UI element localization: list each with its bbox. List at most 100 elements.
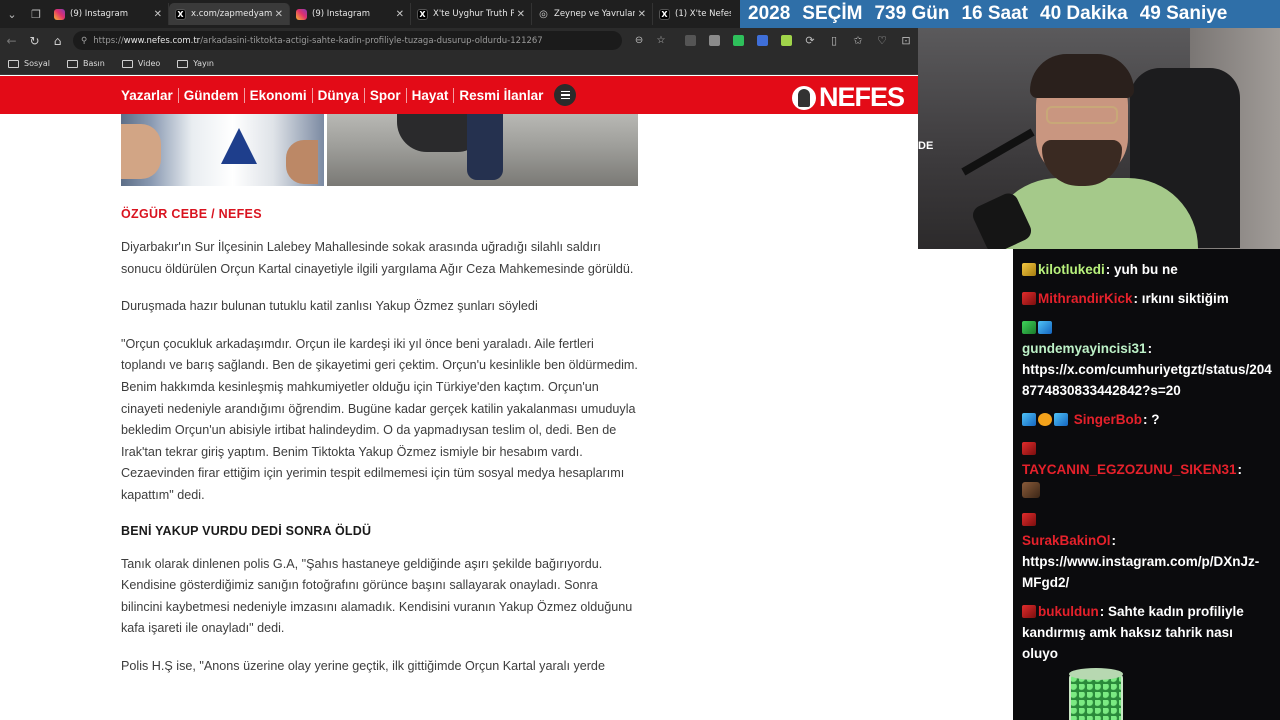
close-icon[interactable]: ✕ bbox=[396, 9, 404, 20]
nav-link-ekonomi[interactable]: Ekonomi bbox=[245, 87, 313, 103]
address-bar[interactable]: ⚲ https://www.nefes.com.tr/arkadasini-ti… bbox=[73, 31, 623, 50]
folder-icon bbox=[177, 59, 189, 68]
article-paragraph: Tanık olarak dinlenen polis G.A, "Şahıs … bbox=[121, 556, 633, 636]
badge-icon bbox=[1022, 513, 1036, 526]
chat-username: MithrandirKick bbox=[1038, 291, 1133, 306]
stream-chat: kilotlukedi: yuh bu ne MithrandirKick: ı… bbox=[1013, 249, 1280, 720]
chat-username: gundemyayincisi31 bbox=[1022, 341, 1147, 356]
menu-icon[interactable] bbox=[554, 84, 577, 106]
browser-tab-bar: ⌄ ❐ (9) Instagram ✕ X x.com/zapmedyamaga… bbox=[0, 0, 740, 28]
globe-icon: ◎ bbox=[539, 8, 548, 20]
countdown-minutes: 40 Dakika bbox=[1040, 3, 1128, 24]
chat-message: TAYCANIN_EGZOZUNU_SIKEN31: bbox=[1022, 438, 1272, 501]
instagram-icon bbox=[54, 8, 65, 20]
x-icon: X bbox=[175, 8, 186, 20]
close-icon[interactable]: ✕ bbox=[154, 9, 162, 20]
badge-icon bbox=[1022, 321, 1036, 334]
badge-icon bbox=[1038, 413, 1052, 426]
countdown-seconds: 49 Saniye bbox=[1139, 3, 1228, 24]
browser-tab[interactable]: ◎ Zeynep ve Yavrularına ✕ bbox=[532, 3, 653, 25]
ataturk-emblem-icon bbox=[791, 85, 816, 110]
extension-icon[interactable] bbox=[750, 34, 774, 47]
photo-right bbox=[327, 114, 638, 186]
emote-icon bbox=[1022, 482, 1040, 498]
browser-tab-active[interactable]: X x.com/zapmedyamagaz ✕ bbox=[169, 3, 290, 25]
split-view-icon[interactable]: ▯ bbox=[822, 34, 846, 47]
chat-username: bukuldun bbox=[1038, 604, 1099, 619]
site-logo[interactable]: NEFES bbox=[791, 82, 905, 113]
countdown-hours: 16 Saat bbox=[961, 3, 1028, 24]
badge-icon bbox=[1022, 605, 1036, 618]
bookmark-folder[interactable]: Video bbox=[121, 59, 160, 68]
chat-username: SingerBob bbox=[1073, 412, 1143, 427]
chat-text: ? bbox=[1151, 412, 1160, 427]
chat-username: kilotlukedi bbox=[1038, 262, 1105, 277]
extension-icon[interactable] bbox=[678, 34, 702, 47]
badge-icon bbox=[1022, 292, 1036, 305]
tab-list-button[interactable]: ⌄ bbox=[0, 0, 24, 28]
close-icon[interactable]: ✕ bbox=[275, 9, 283, 20]
browser-tab[interactable]: X X'te Uyghur Truth Proje ✕ bbox=[411, 3, 532, 25]
article-subheading: BENİ YAKUP VURDU DEDİ SONRA ÖLDÜ bbox=[121, 523, 372, 538]
bookmark-folder[interactable]: Yayın bbox=[177, 59, 214, 68]
extensions-area: ⟳ ▯ ✩ ♡ ⊡ bbox=[678, 34, 918, 47]
home-icon[interactable]: ⌂ bbox=[46, 34, 69, 48]
extension-icon[interactable] bbox=[702, 34, 726, 47]
countdown-days: 739 Gün bbox=[874, 3, 950, 24]
nav-link-hayat[interactable]: Hayat bbox=[407, 87, 455, 103]
badge-icon bbox=[1022, 442, 1036, 455]
nav-link-yazarlar[interactable]: Yazarlar bbox=[116, 87, 179, 103]
article-body: ÖZGÜR CEBE / NEFES Diyarbakır'ın Sur İlç… bbox=[121, 196, 641, 678]
nav-link-dunya[interactable]: Dünya bbox=[313, 87, 365, 103]
folder-icon bbox=[8, 59, 19, 68]
badge-icon bbox=[1022, 263, 1036, 276]
extension-icon[interactable] bbox=[774, 34, 798, 47]
article-byline: ÖZGÜR CEBE / NEFES bbox=[121, 207, 262, 221]
workspaces-icon[interactable]: ❐ bbox=[24, 0, 48, 28]
countdown-year: 2028 bbox=[748, 3, 791, 24]
photo-left bbox=[121, 114, 324, 186]
x-icon: X bbox=[659, 8, 670, 20]
chat-message: gundemyayincisi31: https://x.com/cumhuri… bbox=[1022, 317, 1272, 401]
badge-icon bbox=[1022, 413, 1036, 426]
close-icon[interactable]: ✕ bbox=[638, 9, 646, 20]
extension-icon[interactable] bbox=[726, 34, 750, 47]
article-paragraph: Diyarbakır'ın Sur İlçesinin Lalebey Maha… bbox=[121, 240, 634, 276]
sync-icon[interactable]: ⟳ bbox=[798, 34, 822, 47]
chat-username: SurakBakinOl bbox=[1022, 533, 1111, 548]
screenshot-icon[interactable]: ⊡ bbox=[894, 34, 918, 47]
chat-text: ırkını siktiğim bbox=[1141, 291, 1229, 306]
chat-message: SingerBob: ? bbox=[1022, 409, 1272, 430]
countdown-label: SEÇİM bbox=[802, 3, 863, 24]
reader-icon[interactable]: ⊖ bbox=[628, 35, 650, 46]
back-icon[interactable]: ← bbox=[0, 34, 23, 48]
badge-icon bbox=[1054, 413, 1068, 426]
article-paragraph: "Orçun çocukluk arkadaşımdır. Orçun ile … bbox=[121, 336, 638, 502]
browser-tab[interactable]: (9) Instagram ✕ bbox=[48, 3, 169, 25]
x-icon: X bbox=[417, 8, 428, 20]
webcam-feed: DE bbox=[918, 28, 1280, 249]
chat-text: yuh bu ne bbox=[1114, 262, 1178, 277]
site-info-icon[interactable]: ⚲ bbox=[81, 36, 87, 46]
article-paragraph: Polis H.Ş ise, "Anons üzerine olay yerin… bbox=[121, 658, 605, 673]
nav-link-resmi-ilanlar[interactable]: Resmi İlanlar bbox=[454, 88, 548, 103]
instagram-icon bbox=[296, 8, 307, 20]
bookmark-folder[interactable]: Basın bbox=[67, 59, 105, 68]
site-nav: Yazarlar Gündem Ekonomi Dünya Spor Hayat… bbox=[116, 87, 548, 103]
site-header: Yazarlar Gündem Ekonomi Dünya Spor Hayat… bbox=[0, 76, 918, 114]
chat-text: https://x.com/cumhuriyetgzt/status/20487… bbox=[1022, 362, 1272, 398]
bookmark-star-icon[interactable]: ☆ bbox=[650, 35, 672, 46]
chat-username: TAYCANIN_EGZOZUNU_SIKEN31 bbox=[1022, 462, 1237, 477]
badge-icon bbox=[1038, 321, 1052, 334]
election-countdown: 2028 SEÇİM 739 Gün 16 Saat 40 Dakika 49 … bbox=[740, 0, 1280, 28]
bookmark-folder[interactable]: Sosyal bbox=[8, 59, 50, 68]
reload-icon[interactable]: ↻ bbox=[23, 34, 46, 48]
nav-link-spor[interactable]: Spor bbox=[365, 87, 407, 103]
article-photo bbox=[121, 114, 638, 186]
close-icon[interactable]: ✕ bbox=[517, 9, 525, 20]
favorites-icon[interactable]: ✩ bbox=[846, 34, 870, 47]
browser-tab[interactable]: X (1) X'te Nefes Gaze bbox=[653, 3, 737, 25]
browser-tab[interactable]: (9) Instagram ✕ bbox=[290, 3, 411, 25]
nav-link-gundem[interactable]: Gündem bbox=[179, 87, 245, 103]
health-icon[interactable]: ♡ bbox=[870, 34, 894, 47]
